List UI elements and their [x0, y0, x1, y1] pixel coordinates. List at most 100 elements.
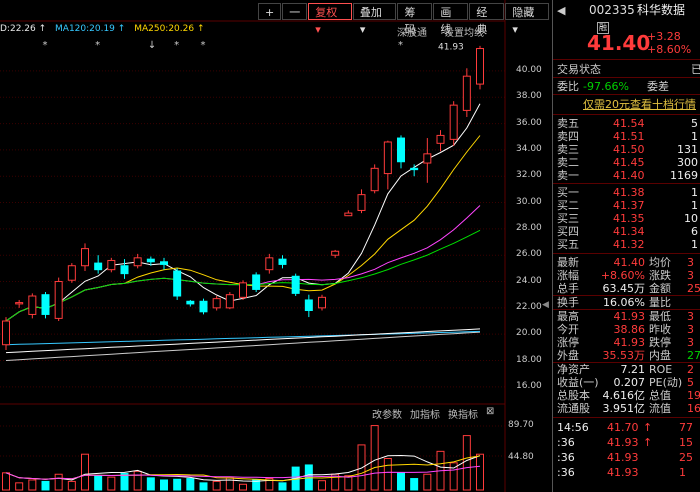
price-pct: +8.60% — [647, 43, 692, 56]
candle-body — [357, 194, 366, 211]
candle-body — [370, 167, 379, 192]
stat-label: 收益(一) — [557, 376, 599, 389]
buy-level-label: 买三 — [557, 212, 579, 225]
sell-level-volume: 1 — [691, 130, 698, 143]
chevron-down-icon: ▾ — [359, 22, 366, 36]
ma-legend-250: MA250:20.26 ↑ — [134, 24, 205, 34]
stat-label-2: 金额 — [649, 282, 671, 295]
tick-time: :36 — [557, 451, 575, 464]
stat-value: 0.207 — [613, 376, 646, 389]
price-axis-label: 32.00 — [516, 170, 542, 181]
change-params-button[interactable]: 改参数 — [372, 406, 402, 421]
close-indicator-icon[interactable]: ⊠ — [486, 406, 494, 417]
swap-indicator-button[interactable]: 换指标 — [448, 406, 478, 421]
sell-level-label: 卖三 — [557, 143, 579, 156]
chips-button[interactable]: 筹码 — [397, 2, 433, 36]
sell-level-volume: 1169 — [670, 169, 698, 182]
candle-body — [397, 137, 405, 163]
promo-link[interactable]: 仅需20元查看十档行情 — [583, 98, 696, 111]
stat-label: 最高 — [557, 310, 579, 323]
zoom-out-button[interactable]: 一 — [282, 2, 308, 20]
candle-body — [54, 281, 63, 319]
stat-label: 外盘 — [557, 349, 579, 362]
stat-label: 净资产 — [557, 363, 590, 376]
stat-label-2: PE(动) — [649, 376, 683, 389]
overlay-button[interactable]: 叠加 ▾ — [352, 2, 397, 36]
stat-label-2: 总值 — [649, 389, 671, 402]
candle-body — [107, 259, 116, 271]
set-ma-button[interactable]: 设置均线 — [444, 24, 484, 39]
candle-body — [265, 257, 274, 271]
price-axis: 40.00 38.00 36.00 34.00 32.00 30.00 28.00 26.00… — [508, 0, 550, 400]
marker-star: * — [174, 40, 179, 51]
price-axis-label: 18.00 — [516, 354, 542, 365]
ma60-line — [5, 331, 481, 361]
stat-value: 7.21 — [620, 363, 646, 376]
tick-volume: 25 — [679, 451, 693, 464]
quote-panel: ◀ 002335 科华数据 融 41.40 +3.28 +8.60% 交易状态 … — [552, 0, 700, 492]
ma-legend-short: D:22.26 ↑ — [0, 24, 47, 34]
stat-label-2: 均价 — [649, 256, 671, 269]
tick-price: 41.93 — [607, 451, 639, 464]
stat-value: 63.45万 — [602, 282, 646, 295]
tick-time: :36 — [557, 436, 575, 449]
sell-level-label: 卖二 — [557, 156, 579, 169]
vol-ma20-line — [5, 465, 481, 480]
stat-label-2: 昨收 — [649, 323, 671, 336]
sell-level-label: 卖四 — [557, 130, 579, 143]
volume-bar — [278, 482, 287, 491]
trade-status-label: 交易状态 — [557, 63, 601, 76]
tick-time: 14:56 — [557, 421, 589, 434]
volume-bar — [199, 482, 208, 491]
candle-body — [41, 294, 50, 315]
ma20-line — [5, 205, 481, 322]
stat-value: 3.951亿 — [602, 402, 646, 415]
classic-button[interactable]: 经典 — [469, 2, 505, 36]
sell-level-price: 41.50 — [613, 143, 645, 156]
candle-body — [331, 250, 340, 256]
stat-value-2: 5 — [687, 376, 694, 389]
ma250-line — [5, 328, 481, 354]
collapse-panel-icon[interactable]: ◀ — [542, 300, 549, 310]
candle-body — [278, 258, 287, 265]
volume-bar — [107, 476, 116, 491]
sell-level-price: 41.45 — [613, 156, 645, 169]
price-axis-label: 24.00 — [516, 275, 542, 286]
price-axis-label: 38.00 — [516, 91, 542, 102]
candle-body — [28, 295, 37, 315]
volume-bar — [173, 478, 182, 491]
buy-level-price: 41.38 — [613, 186, 645, 199]
add-indicator-button[interactable]: 加指标 — [410, 406, 440, 421]
stat-value: 41.40 — [613, 256, 646, 269]
candle-body — [252, 274, 261, 290]
tick-volume: 77 — [679, 421, 693, 434]
chart-toolbar: + 一 复权 ▾ 叠加 ▾ 筹码 画线 经典 隐藏 ▾ — [258, 2, 550, 36]
stat-value-2: 19 — [687, 389, 700, 402]
weibi-label: 委比 — [557, 80, 579, 93]
stat-label: 换手 — [557, 296, 579, 309]
candle-body — [212, 298, 221, 309]
zoom-in-button[interactable]: + — [258, 2, 282, 20]
stat-value: 41.93 — [613, 310, 646, 323]
buy-level-price: 41.35 — [613, 212, 645, 225]
candle-body — [186, 300, 195, 305]
stat-label: 今开 — [557, 323, 579, 336]
buy-level-price: 41.32 — [613, 238, 645, 251]
stat-value-2: 16 — [687, 402, 700, 415]
draw-line-button[interactable]: 画线 — [433, 2, 469, 36]
deep-connect-button[interactable]: 深股通 — [397, 24, 427, 39]
stock-code: 002335 — [589, 3, 635, 17]
candle-body — [173, 270, 182, 297]
ma-legend: D:22.26 ↑ MA120:20.19 ↑ MA250:20.26 ↑ — [0, 24, 211, 34]
buy-level-volume: 1 — [691, 199, 698, 212]
price-axis-label: 22.00 — [516, 301, 542, 312]
volume-bar — [318, 480, 326, 491]
volume-bar — [94, 475, 103, 491]
back-icon[interactable]: ◀ — [557, 4, 565, 17]
kline-chart-area[interactable]: * * ↓ * * * 41.93 + 一 复权 ▾ 叠加 ▾ 筹码 画线 经典 隐藏 ▾ … — [0, 0, 550, 492]
candle-body — [94, 262, 103, 271]
adjust-button[interactable]: 复权 ▾ — [308, 2, 352, 36]
divider — [553, 417, 700, 418]
candle-body — [344, 212, 353, 217]
vol-axis-top: 89.70 — [508, 420, 534, 430]
